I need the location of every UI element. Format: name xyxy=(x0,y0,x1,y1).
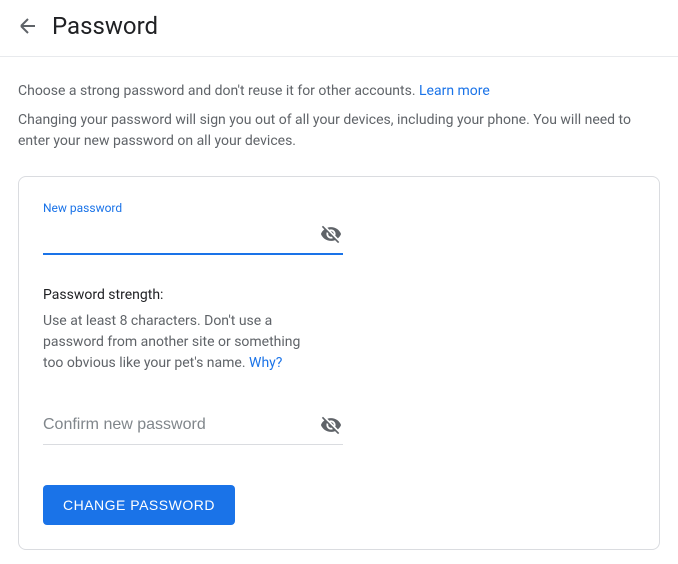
password-card: New password Password strength: Use at l… xyxy=(18,176,660,550)
back-arrow-icon[interactable] xyxy=(16,14,40,38)
confirm-password-input[interactable] xyxy=(43,410,319,440)
change-password-button[interactable]: Change Password xyxy=(43,485,235,525)
visibility-off-icon[interactable] xyxy=(319,222,343,246)
page-title: Password xyxy=(52,12,158,40)
confirm-password-row xyxy=(43,410,343,445)
content-area: Choose a strong password and don't reuse… xyxy=(0,57,678,550)
password-strength-section: Password strength: Use at least 8 charac… xyxy=(43,287,635,374)
strength-title: Password strength: xyxy=(43,287,635,303)
strength-text: Use at least 8 characters. Don't use a p… xyxy=(43,311,323,374)
confirm-password-group xyxy=(43,410,635,445)
intro-text-1: Choose a strong password and don't reuse… xyxy=(18,81,660,102)
new-password-input[interactable] xyxy=(43,219,319,249)
learn-more-link[interactable]: Learn more xyxy=(419,83,490,99)
why-link[interactable]: Why? xyxy=(249,355,282,371)
intro-text-2: Changing your password will sign you out… xyxy=(18,110,660,152)
visibility-off-icon[interactable] xyxy=(319,413,343,437)
intro-line1: Choose a strong password and don't reuse… xyxy=(18,83,419,99)
new-password-label: New password xyxy=(43,201,635,215)
new-password-row xyxy=(43,219,343,255)
new-password-group: New password xyxy=(43,201,635,255)
page-header: Password xyxy=(0,0,678,57)
